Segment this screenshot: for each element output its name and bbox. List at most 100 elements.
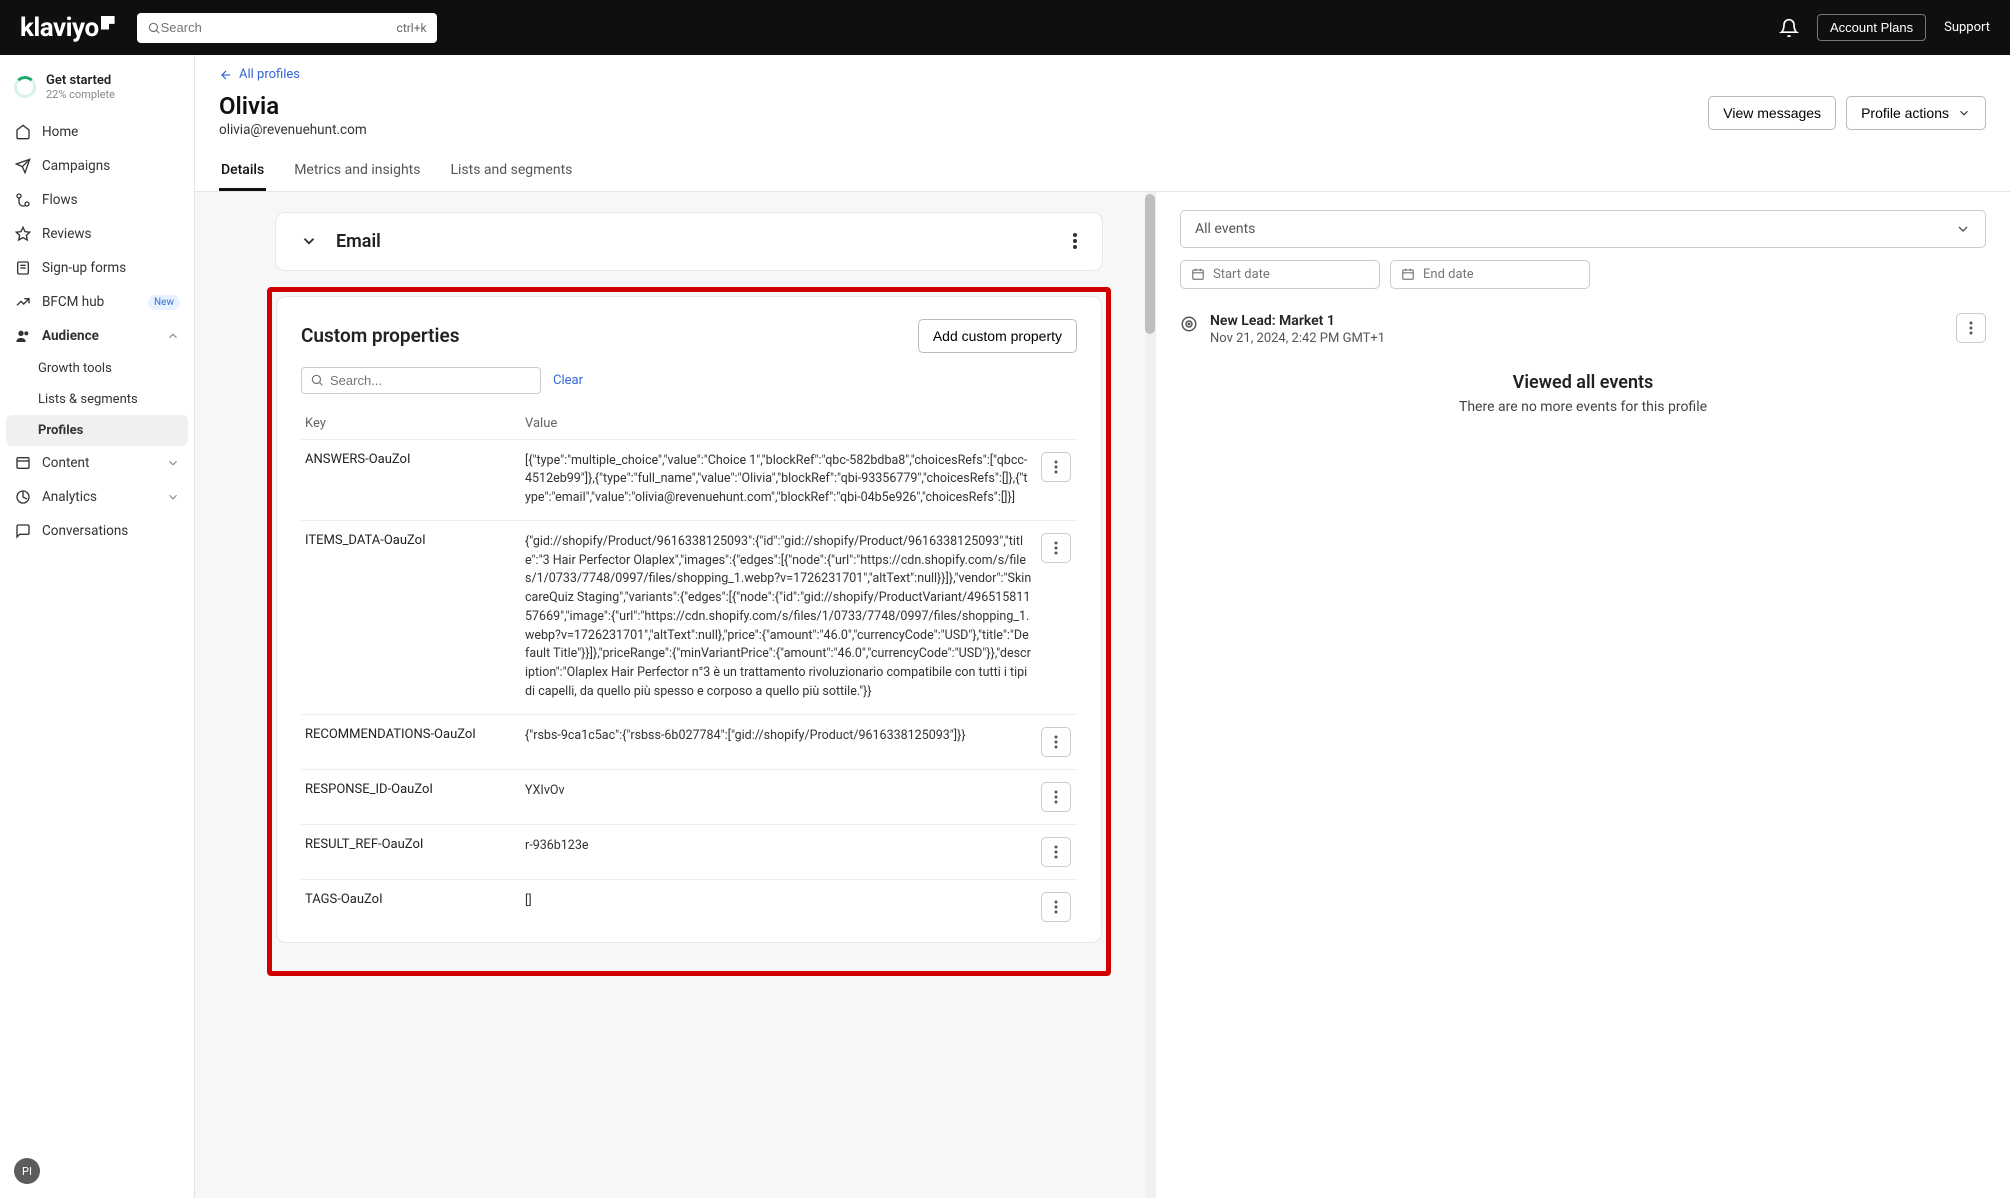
star-icon: [14, 225, 32, 243]
col-header-value: Value: [521, 408, 1037, 440]
calendar-icon: [1401, 267, 1415, 281]
support-link[interactable]: Support: [1944, 20, 1990, 35]
clear-search-link[interactable]: Clear: [553, 373, 583, 388]
sidebar-item-flows[interactable]: Flows: [0, 183, 194, 217]
events-footer-title: Viewed all events: [1180, 372, 1986, 393]
chevron-down-icon: [1955, 221, 1971, 237]
trend-icon: [14, 293, 32, 311]
events-footer: Viewed all events There are no more even…: [1180, 372, 1986, 415]
property-key: TAGS-OauZoI: [301, 879, 521, 934]
custom-properties-title: Custom properties: [301, 324, 459, 347]
events-filter-select[interactable]: All events: [1180, 210, 1986, 248]
chevron-down-icon[interactable]: [300, 232, 318, 250]
sidebar-item-reviews[interactable]: Reviews: [0, 217, 194, 251]
user-avatar[interactable]: PI: [14, 1158, 40, 1184]
view-messages-button[interactable]: View messages: [1708, 96, 1836, 130]
progress-ring-icon: [14, 76, 36, 98]
topbar: klaviyo ctrl+k Account Plans Support: [0, 0, 2010, 55]
property-value: {"rsbs-9ca1c5ac":{"rsbss-6b027784":["gid…: [525, 727, 1033, 746]
send-icon: [14, 157, 32, 175]
sidebar-item-campaigns[interactable]: Campaigns: [0, 149, 194, 183]
property-menu-button[interactable]: [1041, 452, 1071, 482]
search-input[interactable]: [161, 20, 397, 35]
sidebar-item-conversations[interactable]: Conversations: [0, 514, 194, 548]
chat-icon: [14, 522, 32, 540]
property-key: RESULT_REF-OauZoI: [301, 824, 521, 879]
arrow-left-icon: [219, 68, 233, 82]
property-value: r-936b123e: [525, 837, 1033, 856]
property-value: []: [525, 892, 1033, 911]
scrollbar[interactable]: [1145, 192, 1155, 1198]
sidebar-item-lists-segments[interactable]: Lists & segments: [0, 384, 194, 415]
property-menu-button[interactable]: [1041, 727, 1071, 757]
account-plans-button[interactable]: Account Plans: [1817, 14, 1926, 41]
highlight-annotation: Custom properties Add custom property Cl…: [267, 287, 1111, 976]
events-column: All events Start date End date: [1155, 192, 2010, 1198]
sidebar-get-started[interactable]: Get started 22% complete: [0, 67, 194, 115]
property-key: ITEMS_DATA-OauZoI: [301, 520, 521, 714]
profile-actions-button[interactable]: Profile actions: [1846, 96, 1986, 130]
tab-lists[interactable]: Lists and segments: [448, 152, 574, 191]
search-icon: [310, 373, 324, 387]
tab-metrics[interactable]: Metrics and insights: [292, 152, 422, 191]
notifications-icon[interactable]: [1779, 18, 1799, 38]
event-item[interactable]: New Lead: Market 1 Nov 21, 2024, 2:42 PM…: [1180, 309, 1986, 364]
brand-logo: klaviyo: [20, 13, 115, 43]
properties-search-input[interactable]: [330, 373, 532, 388]
sidebar-item-growth-tools[interactable]: Growth tools: [0, 353, 194, 384]
profile-email: olivia@revenuehunt.com: [219, 122, 367, 138]
sidebar-item-audience[interactable]: Audience: [0, 319, 194, 353]
main: All profiles Olivia olivia@revenuehunt.c…: [195, 55, 2010, 1198]
chevron-up-icon: [166, 329, 180, 343]
property-value: [{"type":"multiple_choice","value":"Choi…: [525, 452, 1033, 508]
topbar-right: Account Plans Support: [1779, 14, 1990, 41]
profile-name: Olivia: [219, 92, 367, 120]
custom-properties-card: Custom properties Add custom property Cl…: [276, 296, 1102, 943]
profile-tabs: Details Metrics and insights Lists and s…: [219, 152, 1986, 191]
sidebar-item-bfcm[interactable]: BFCM hub New: [0, 285, 194, 319]
global-search[interactable]: ctrl+k: [137, 13, 437, 43]
users-icon: [14, 327, 32, 345]
end-date-input[interactable]: End date: [1390, 260, 1590, 289]
property-row: RESULT_REF-OauZoI r-936b123e: [301, 824, 1077, 879]
sidebar-item-analytics[interactable]: Analytics: [0, 480, 194, 514]
property-key: ANSWERS-OauZoI: [301, 439, 521, 520]
add-custom-property-button[interactable]: Add custom property: [918, 319, 1077, 353]
email-card-menu[interactable]: [1072, 232, 1078, 250]
logo-flag-icon: [101, 16, 115, 30]
search-shortcut: ctrl+k: [397, 21, 427, 35]
event-date: Nov 21, 2024, 2:42 PM GMT+1: [1210, 331, 1385, 346]
property-menu-button[interactable]: [1041, 782, 1071, 812]
event-title: New Lead: Market 1: [1210, 313, 1385, 329]
properties-table: Key Value ANSWERS-OauZoI [{"type":"multi…: [301, 408, 1077, 934]
sidebar-item-signup-forms[interactable]: Sign-up forms: [0, 251, 194, 285]
calendar-icon: [1191, 267, 1205, 281]
sidebar-item-home[interactable]: Home: [0, 115, 194, 149]
start-date-input[interactable]: Start date: [1180, 260, 1380, 289]
property-menu-button[interactable]: [1041, 892, 1071, 922]
analytics-icon: [14, 488, 32, 506]
sidebar-item-profiles[interactable]: Profiles: [6, 415, 188, 446]
getstarted-subtitle: 22% complete: [46, 88, 115, 101]
property-row: TAGS-OauZoI []: [301, 879, 1077, 934]
content-icon: [14, 454, 32, 472]
profile-header: All profiles Olivia olivia@revenuehunt.c…: [195, 55, 2010, 192]
target-icon: [1180, 315, 1198, 333]
sidebar-item-content[interactable]: Content: [0, 446, 194, 480]
email-card: Email: [275, 212, 1103, 271]
back-to-profiles-link[interactable]: All profiles: [219, 67, 300, 82]
flows-icon: [14, 191, 32, 209]
property-menu-button[interactable]: [1041, 533, 1071, 563]
details-column: Email Custom properties Add custom prope…: [195, 192, 1145, 1198]
event-menu-button[interactable]: [1956, 313, 1986, 343]
getstarted-title: Get started: [46, 73, 115, 88]
email-card-title: Email: [336, 231, 381, 252]
sidebar: Get started 22% complete Home Campaigns …: [0, 55, 195, 1198]
scrollbar-thumb[interactable]: [1145, 194, 1155, 334]
property-row: ITEMS_DATA-OauZoI {"gid://shopify/Produc…: [301, 520, 1077, 714]
col-header-key: Key: [301, 408, 521, 440]
properties-search[interactable]: [301, 367, 541, 394]
tab-details[interactable]: Details: [219, 152, 266, 191]
property-menu-button[interactable]: [1041, 837, 1071, 867]
property-value: {"gid://shopify/Product/9616338125093":{…: [525, 533, 1033, 702]
